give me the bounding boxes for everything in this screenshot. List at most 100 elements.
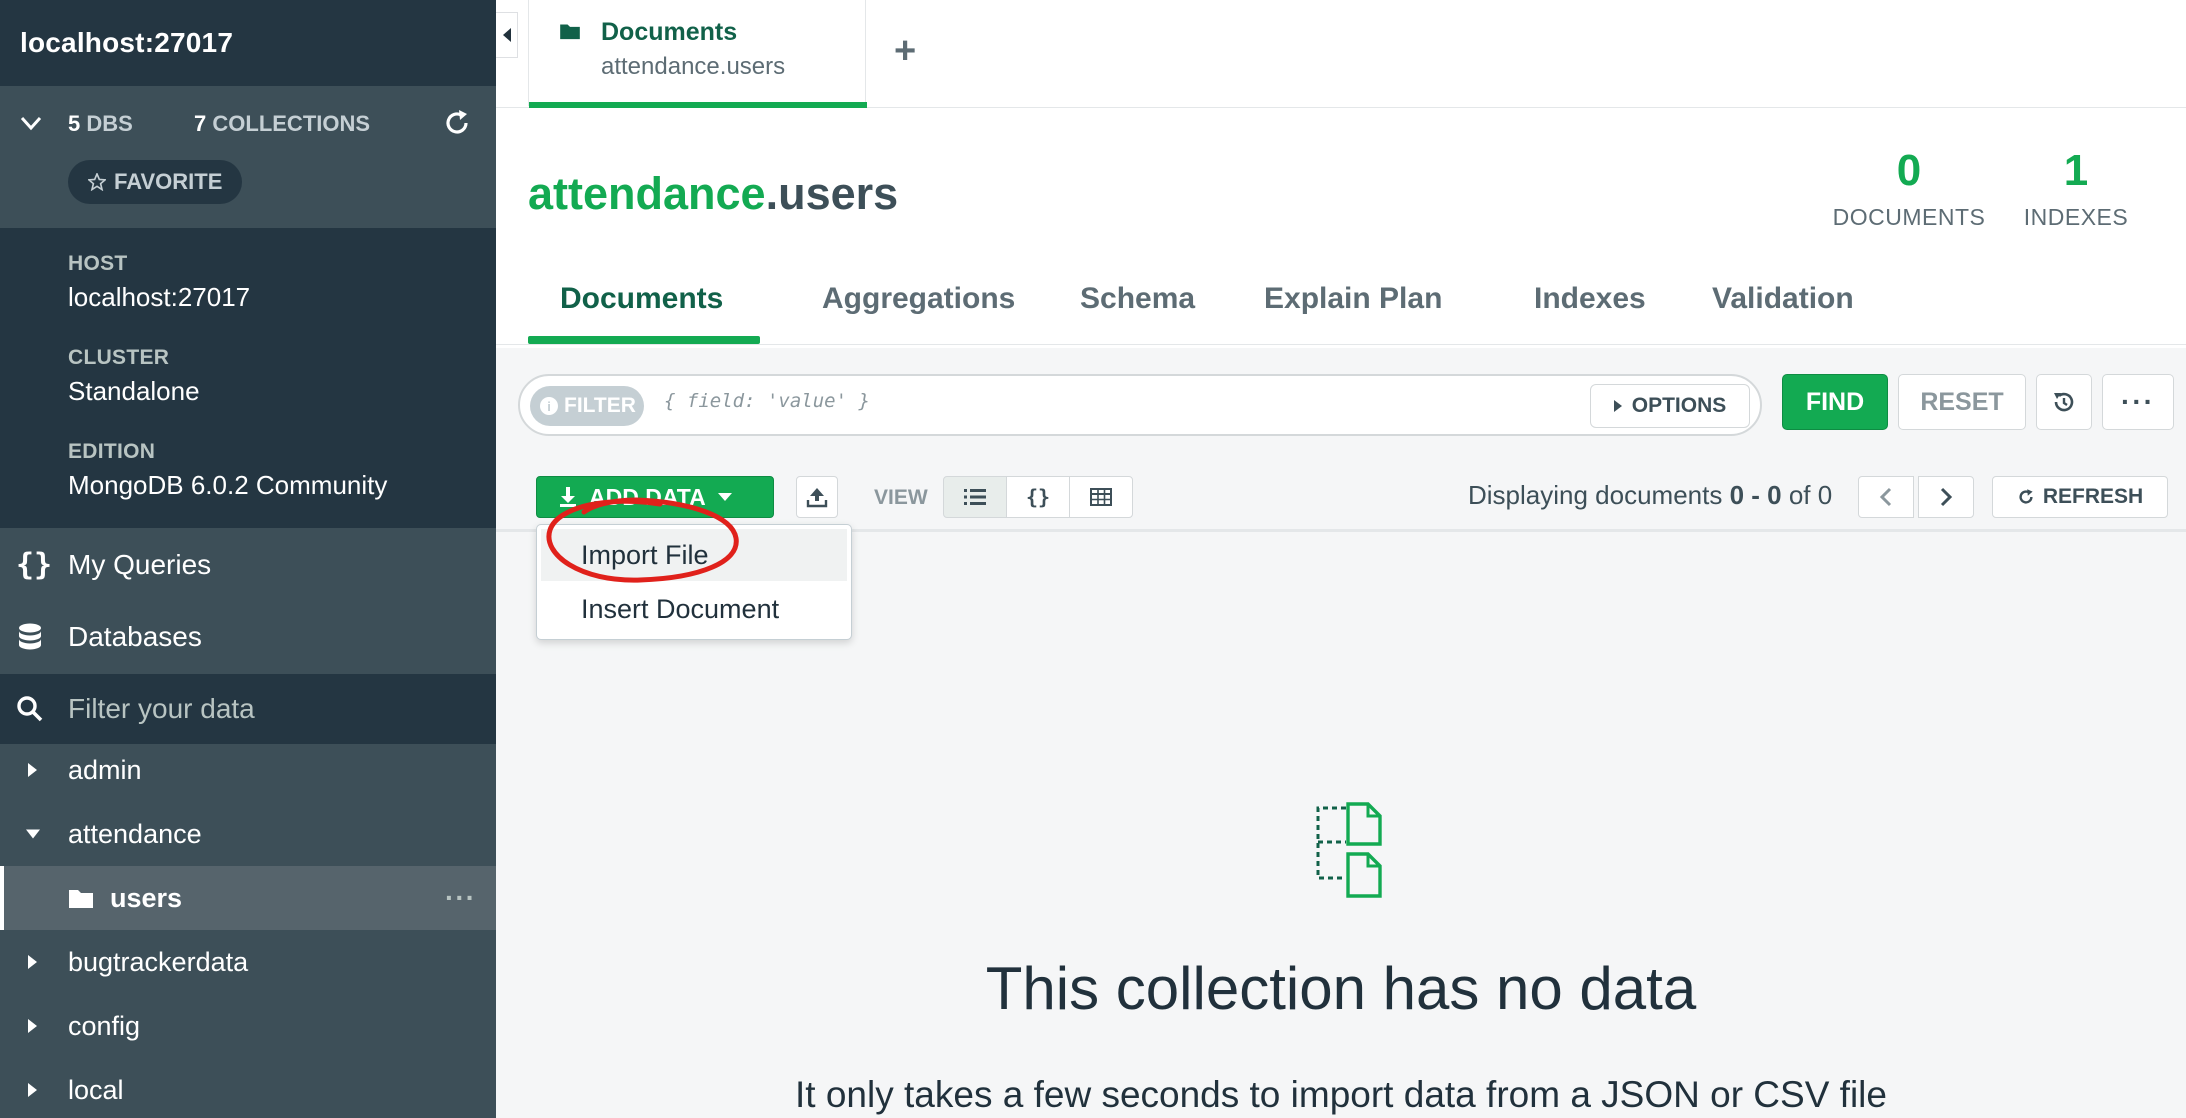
cluster-label: CLUSTER — [68, 346, 170, 369]
options-button[interactable]: OPTIONS — [1590, 384, 1750, 428]
dbs-count: 5 DBS — [68, 111, 133, 136]
nav-my-queries[interactable]: {} My Queries — [0, 530, 496, 600]
collapse-sidebar-button[interactable] — [496, 12, 518, 58]
sidebar-collection-users[interactable]: users ··· — [0, 866, 496, 930]
tab-validation[interactable]: Validation — [1712, 282, 1854, 316]
refresh-label: REFRESH — [2042, 485, 2144, 508]
database-icon — [19, 623, 41, 650]
list-view-button[interactable] — [943, 476, 1007, 518]
add-tab-button[interactable]: + — [894, 30, 916, 73]
edition-label: EDITION — [68, 440, 156, 463]
sidebar-db-config[interactable]: config — [0, 994, 496, 1058]
chevron-right-icon — [1940, 487, 1953, 507]
sidebar-filter-placeholder: Filter your data — [68, 693, 255, 724]
refresh-button[interactable]: REFRESH — [1992, 476, 2168, 518]
empty-state-subtitle: It only takes a few seconds to import da… — [795, 1074, 1887, 1115]
documents-label: DOCUMENTS — [1832, 204, 1986, 230]
annotation-circle — [546, 497, 739, 583]
nav-my-queries-label: My Queries — [68, 549, 212, 580]
star-icon — [88, 173, 106, 191]
sidebar-db-attendance[interactable]: attendance — [0, 802, 496, 866]
caret-left-icon — [502, 28, 511, 42]
caret-right-icon — [28, 955, 37, 969]
sidebar-db-local[interactable]: local — [0, 1058, 496, 1118]
folder-icon — [69, 890, 93, 908]
info-icon: i — [540, 397, 558, 415]
db-name: config — [68, 1010, 141, 1041]
caret-right-icon — [28, 763, 37, 777]
collection-more-icon[interactable]: ··· — [445, 882, 476, 914]
favorite-button[interactable]: FAVORITE — [68, 160, 243, 204]
workspace-tab-title: Documents — [601, 18, 738, 46]
menu-item-insert-document[interactable]: Insert Document — [541, 583, 847, 635]
export-button[interactable] — [796, 476, 838, 518]
filter-field[interactable]: i FILTER { field: 'value' } OPTIONS — [518, 374, 1762, 436]
view-toggle-group: {} — [943, 476, 1133, 518]
view-label: VIEW — [874, 486, 928, 509]
braces-icon: {} — [16, 547, 53, 583]
sidebar-db-bugtrackerdata[interactable]: bugtrackerdata — [0, 930, 496, 994]
main-panel: Documents attendance.users + attendance.… — [496, 0, 2186, 1118]
tab-indexes[interactable]: Indexes — [1534, 282, 1646, 316]
workspace-tab-subtitle: attendance.users — [601, 53, 786, 80]
documents-count: 0 — [1896, 146, 1922, 195]
caret-right-icon — [1613, 400, 1622, 412]
db-name: attendance — [68, 818, 202, 849]
empty-state-title: This collection has no data — [985, 955, 1697, 1022]
namespace-collection: .users — [765, 168, 899, 219]
filter-input[interactable]: { field: 'value' } — [664, 390, 870, 412]
empty-documents-icon — [1316, 802, 1382, 898]
nav-databases[interactable]: Databases — [0, 602, 496, 672]
workspace-tabbar: Documents attendance.users + — [496, 0, 2186, 108]
active-subtab-underline — [528, 336, 760, 344]
namespace-db[interactable]: attendance — [528, 168, 766, 219]
active-tab-underline — [529, 102, 867, 108]
namespace-title: attendance.users — [528, 168, 898, 220]
collection-name: users — [110, 882, 183, 913]
table-view-icon — [1090, 488, 1112, 506]
db-name: bugtrackerdata — [68, 946, 249, 977]
tab-schema[interactable]: Schema — [1080, 282, 1195, 316]
reset-button[interactable]: RESET — [1898, 374, 2026, 430]
active-indicator — [0, 866, 4, 930]
indexes-count: 1 — [2063, 146, 2089, 195]
edition-value: MongoDB 6.0.2 Community — [68, 470, 388, 500]
caret-right-icon — [28, 1083, 37, 1097]
next-page-button[interactable] — [1918, 476, 1974, 518]
db-name: admin — [68, 754, 142, 785]
collections-count: 7 COLLECTIONS — [194, 111, 371, 136]
braces-icon: {} — [1025, 485, 1051, 509]
find-button[interactable]: FIND — [1782, 374, 1888, 430]
favorite-label: FAVORITE — [114, 169, 223, 194]
tab-explain-plan[interactable]: Explain Plan — [1264, 282, 1442, 316]
json-view-button[interactable]: {} — [1006, 476, 1070, 518]
upload-icon — [806, 488, 828, 508]
refresh-icon[interactable] — [442, 108, 472, 138]
documents-stat: 0 DOCUMENTS — [1826, 146, 1992, 231]
connection-title[interactable]: localhost:27017 — [0, 0, 496, 86]
sidebar-filter-input[interactable]: Filter your data — [0, 674, 496, 744]
host-label: HOST — [68, 252, 128, 275]
query-history-button[interactable] — [2036, 374, 2092, 430]
db-name: local — [68, 1074, 124, 1105]
chevron-left-icon — [1879, 487, 1892, 507]
more-options-button[interactable]: ··· — [2102, 374, 2174, 430]
chevron-down-icon[interactable] — [18, 110, 44, 136]
table-view-button[interactable] — [1069, 476, 1133, 518]
query-bar: i FILTER { field: 'value' } OPTIONS FIND… — [496, 348, 2186, 532]
host-value: localhost:27017 — [68, 282, 251, 312]
sidebar-stats — [0, 86, 496, 228]
sidebar: localhost:27017 5 DBS 7 COLLECTIONS FAVO… — [0, 0, 496, 1118]
nav-databases-label: Databases — [68, 621, 202, 652]
connection-info: HOST localhost:27017 CLUSTER Standalone … — [0, 228, 496, 528]
search-icon — [17, 696, 43, 722]
workspace-tab-documents[interactable]: Documents attendance.users — [528, 0, 867, 108]
caret-down-icon — [26, 829, 40, 839]
folder-icon — [560, 24, 580, 40]
previous-page-button[interactable] — [1858, 476, 1914, 518]
filter-label: i FILTER — [530, 386, 644, 426]
history-icon — [2054, 392, 2074, 412]
sidebar-db-admin[interactable]: admin — [0, 738, 496, 802]
tab-aggregations[interactable]: Aggregations — [822, 282, 1015, 316]
tab-documents[interactable]: Documents — [560, 282, 723, 316]
